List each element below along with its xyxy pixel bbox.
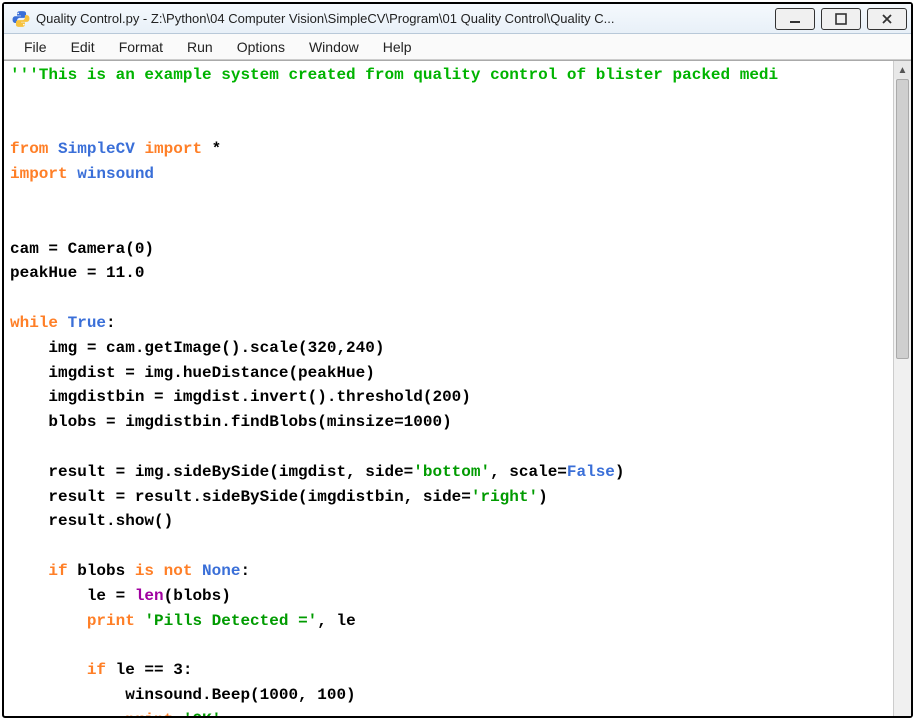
vertical-scrollbar[interactable]: ▲ (893, 61, 911, 716)
menu-help[interactable]: Help (371, 36, 424, 58)
minimize-button[interactable] (775, 8, 815, 30)
close-button[interactable] (867, 8, 907, 30)
menu-run[interactable]: Run (175, 36, 225, 58)
app-window: Quality Control.py - Z:\Python\04 Comput… (2, 2, 913, 718)
python-idle-icon (12, 10, 30, 28)
menu-file[interactable]: File (12, 36, 59, 58)
scroll-thumb[interactable] (896, 79, 909, 359)
menu-options[interactable]: Options (225, 36, 297, 58)
maximize-button[interactable] (821, 8, 861, 30)
code-editor[interactable]: '''This is an example system created fro… (4, 61, 893, 716)
window-controls (775, 8, 907, 30)
window-title: Quality Control.py - Z:\Python\04 Comput… (36, 11, 775, 26)
menu-format[interactable]: Format (107, 36, 175, 58)
editor-area: '''This is an example system created fro… (4, 60, 911, 716)
menubar: File Edit Format Run Options Window Help (4, 34, 911, 60)
menu-edit[interactable]: Edit (59, 36, 107, 58)
titlebar[interactable]: Quality Control.py - Z:\Python\04 Comput… (4, 4, 911, 34)
menu-window[interactable]: Window (297, 36, 371, 58)
scroll-up-button[interactable]: ▲ (894, 61, 911, 79)
